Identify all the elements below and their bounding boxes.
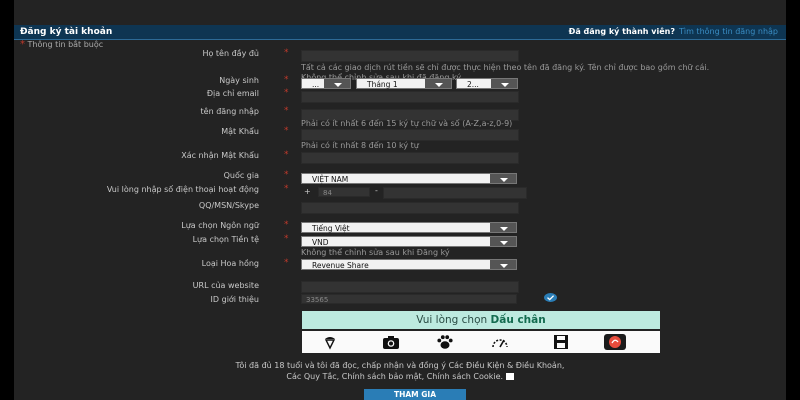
website-label: URL của website — [192, 281, 259, 290]
required-note-text: Thông tin bắt buộc — [27, 40, 104, 49]
member-prompt: Đã đăng ký thành viên? Tìm thông tin đăng… — [569, 25, 778, 39]
captcha-icon-row — [302, 331, 660, 353]
password-input[interactable] — [301, 129, 519, 141]
agreement-line-1: Tôi đã đủ 18 tuổi và tôi đã đọc, chấp nh… — [235, 361, 565, 370]
currency-value: VND — [312, 238, 329, 247]
gauge-icon[interactable] — [604, 334, 626, 350]
page-title: Đăng ký tài khoản — [20, 27, 113, 37]
qq-input[interactable] — [301, 202, 519, 214]
required-star: * — [284, 75, 289, 85]
qq-label: QQ/MSN/Skype — [198, 201, 259, 210]
currency-hint: Không thể chỉnh sửa sau khi Đăng ký — [301, 248, 450, 257]
confirm-password-label: Xác nhận Mật Khẩu — [181, 151, 259, 160]
required-star: * — [284, 184, 289, 194]
currency-select[interactable]: VND — [301, 236, 517, 247]
login-link[interactable]: Tìm thông tin đăng nhập — [679, 27, 778, 36]
required-star: * — [284, 126, 289, 136]
phone-dash: - — [375, 186, 378, 195]
chevron-down-icon — [425, 79, 451, 88]
username-hint: Phải có ít nhất 6 đến 15 ký tự chữ và số… — [301, 119, 513, 128]
commission-value: Revenue Share — [312, 261, 369, 270]
email-input[interactable] — [301, 91, 519, 103]
chevron-down-icon — [490, 174, 516, 183]
captcha-target: Dấu chân — [490, 314, 546, 326]
currency-label: Lựa chọn Tiền tệ — [192, 235, 259, 244]
dob-month-value: Tháng 1 — [367, 80, 398, 89]
captcha-prompt-text: Vui lòng chọn — [416, 314, 488, 326]
dob-year-select[interactable]: 2... — [456, 78, 518, 89]
fullname-input[interactable] — [301, 50, 519, 62]
required-star: * — [284, 150, 289, 160]
floppy-disk-icon[interactable] — [551, 334, 571, 350]
referral-label: ID giới thiệu — [210, 295, 259, 304]
phone-plus: + — [304, 187, 311, 196]
country-value: VIỆT NAM — [312, 175, 349, 184]
chevron-down-icon — [324, 79, 350, 88]
submit-button[interactable]: THAM GIA — [364, 389, 466, 400]
password-label: Mật Khẩu — [221, 127, 259, 136]
phone-country-code-input[interactable]: 84 — [318, 187, 370, 197]
required-star: * — [284, 170, 289, 180]
website-input[interactable] — [301, 281, 519, 293]
header-bar: Đăng ký tài khoản Đã đăng ký thành viên?… — [14, 25, 786, 40]
country-select[interactable]: VIỆT NAM — [301, 173, 517, 184]
agreement-line-2: Các Quy Tắc, Chính sách bảo mật, Chính s… — [14, 372, 786, 381]
phone-label: Vui lòng nhập số điện thoại hoạt động — [106, 185, 259, 194]
member-text: Đã đăng ký thành viên? — [568, 27, 675, 36]
password-hint: Phải có ít nhất 8 đến 10 ký tự — [301, 141, 419, 150]
username-label: tên đăng nhập — [200, 107, 259, 116]
dob-day-value: ... — [312, 80, 320, 89]
required-star: * — [284, 220, 289, 230]
check-badge-icon — [544, 293, 557, 302]
country-label: Quốc gia — [223, 171, 259, 180]
ice-cream-icon[interactable] — [320, 334, 340, 350]
chevron-down-icon — [490, 223, 516, 232]
commission-select[interactable]: Revenue Share — [301, 259, 517, 270]
language-label: Lựa chọn Ngôn ngữ — [181, 221, 259, 230]
captcha-prompt: Vui lòng chọn Dấu chân — [302, 311, 660, 329]
paw-icon[interactable] — [435, 334, 455, 350]
referral-input[interactable]: 33565 — [301, 294, 517, 304]
language-value: Tiếng Việt — [312, 224, 350, 233]
dob-label: Ngày sinh — [219, 76, 259, 85]
chevron-down-icon — [491, 79, 517, 88]
fullname-label: Họ tên đầy đủ — [202, 49, 259, 58]
required-star: * — [284, 258, 289, 268]
agreement-line-2-text: Các Quy Tắc, Chính sách bảo mật, Chính s… — [286, 372, 504, 381]
confirm-password-input[interactable] — [301, 152, 519, 164]
speedometer-icon[interactable] — [490, 334, 510, 350]
dob-month-select[interactable]: Tháng 1 — [356, 78, 452, 89]
dob-year-value: 2... — [467, 80, 479, 89]
dob-day-select[interactable]: ... — [301, 78, 351, 89]
required-star: * — [284, 234, 289, 244]
phone-number-input[interactable] — [383, 187, 527, 199]
chevron-down-icon — [490, 260, 516, 269]
agreement-checkbox[interactable] — [505, 373, 514, 380]
email-label: Địa chỉ email — [206, 89, 259, 98]
required-star: * — [284, 48, 289, 58]
language-select[interactable]: Tiếng Việt — [301, 222, 517, 233]
required-star: * — [284, 106, 289, 116]
chevron-down-icon — [490, 237, 516, 246]
commission-label: Loại Hoa hồng — [201, 259, 259, 268]
required-star: * — [284, 88, 289, 98]
registration-panel: Đăng ký tài khoản Đã đăng ký thành viên?… — [14, 0, 786, 400]
camera-icon[interactable] — [381, 334, 401, 350]
